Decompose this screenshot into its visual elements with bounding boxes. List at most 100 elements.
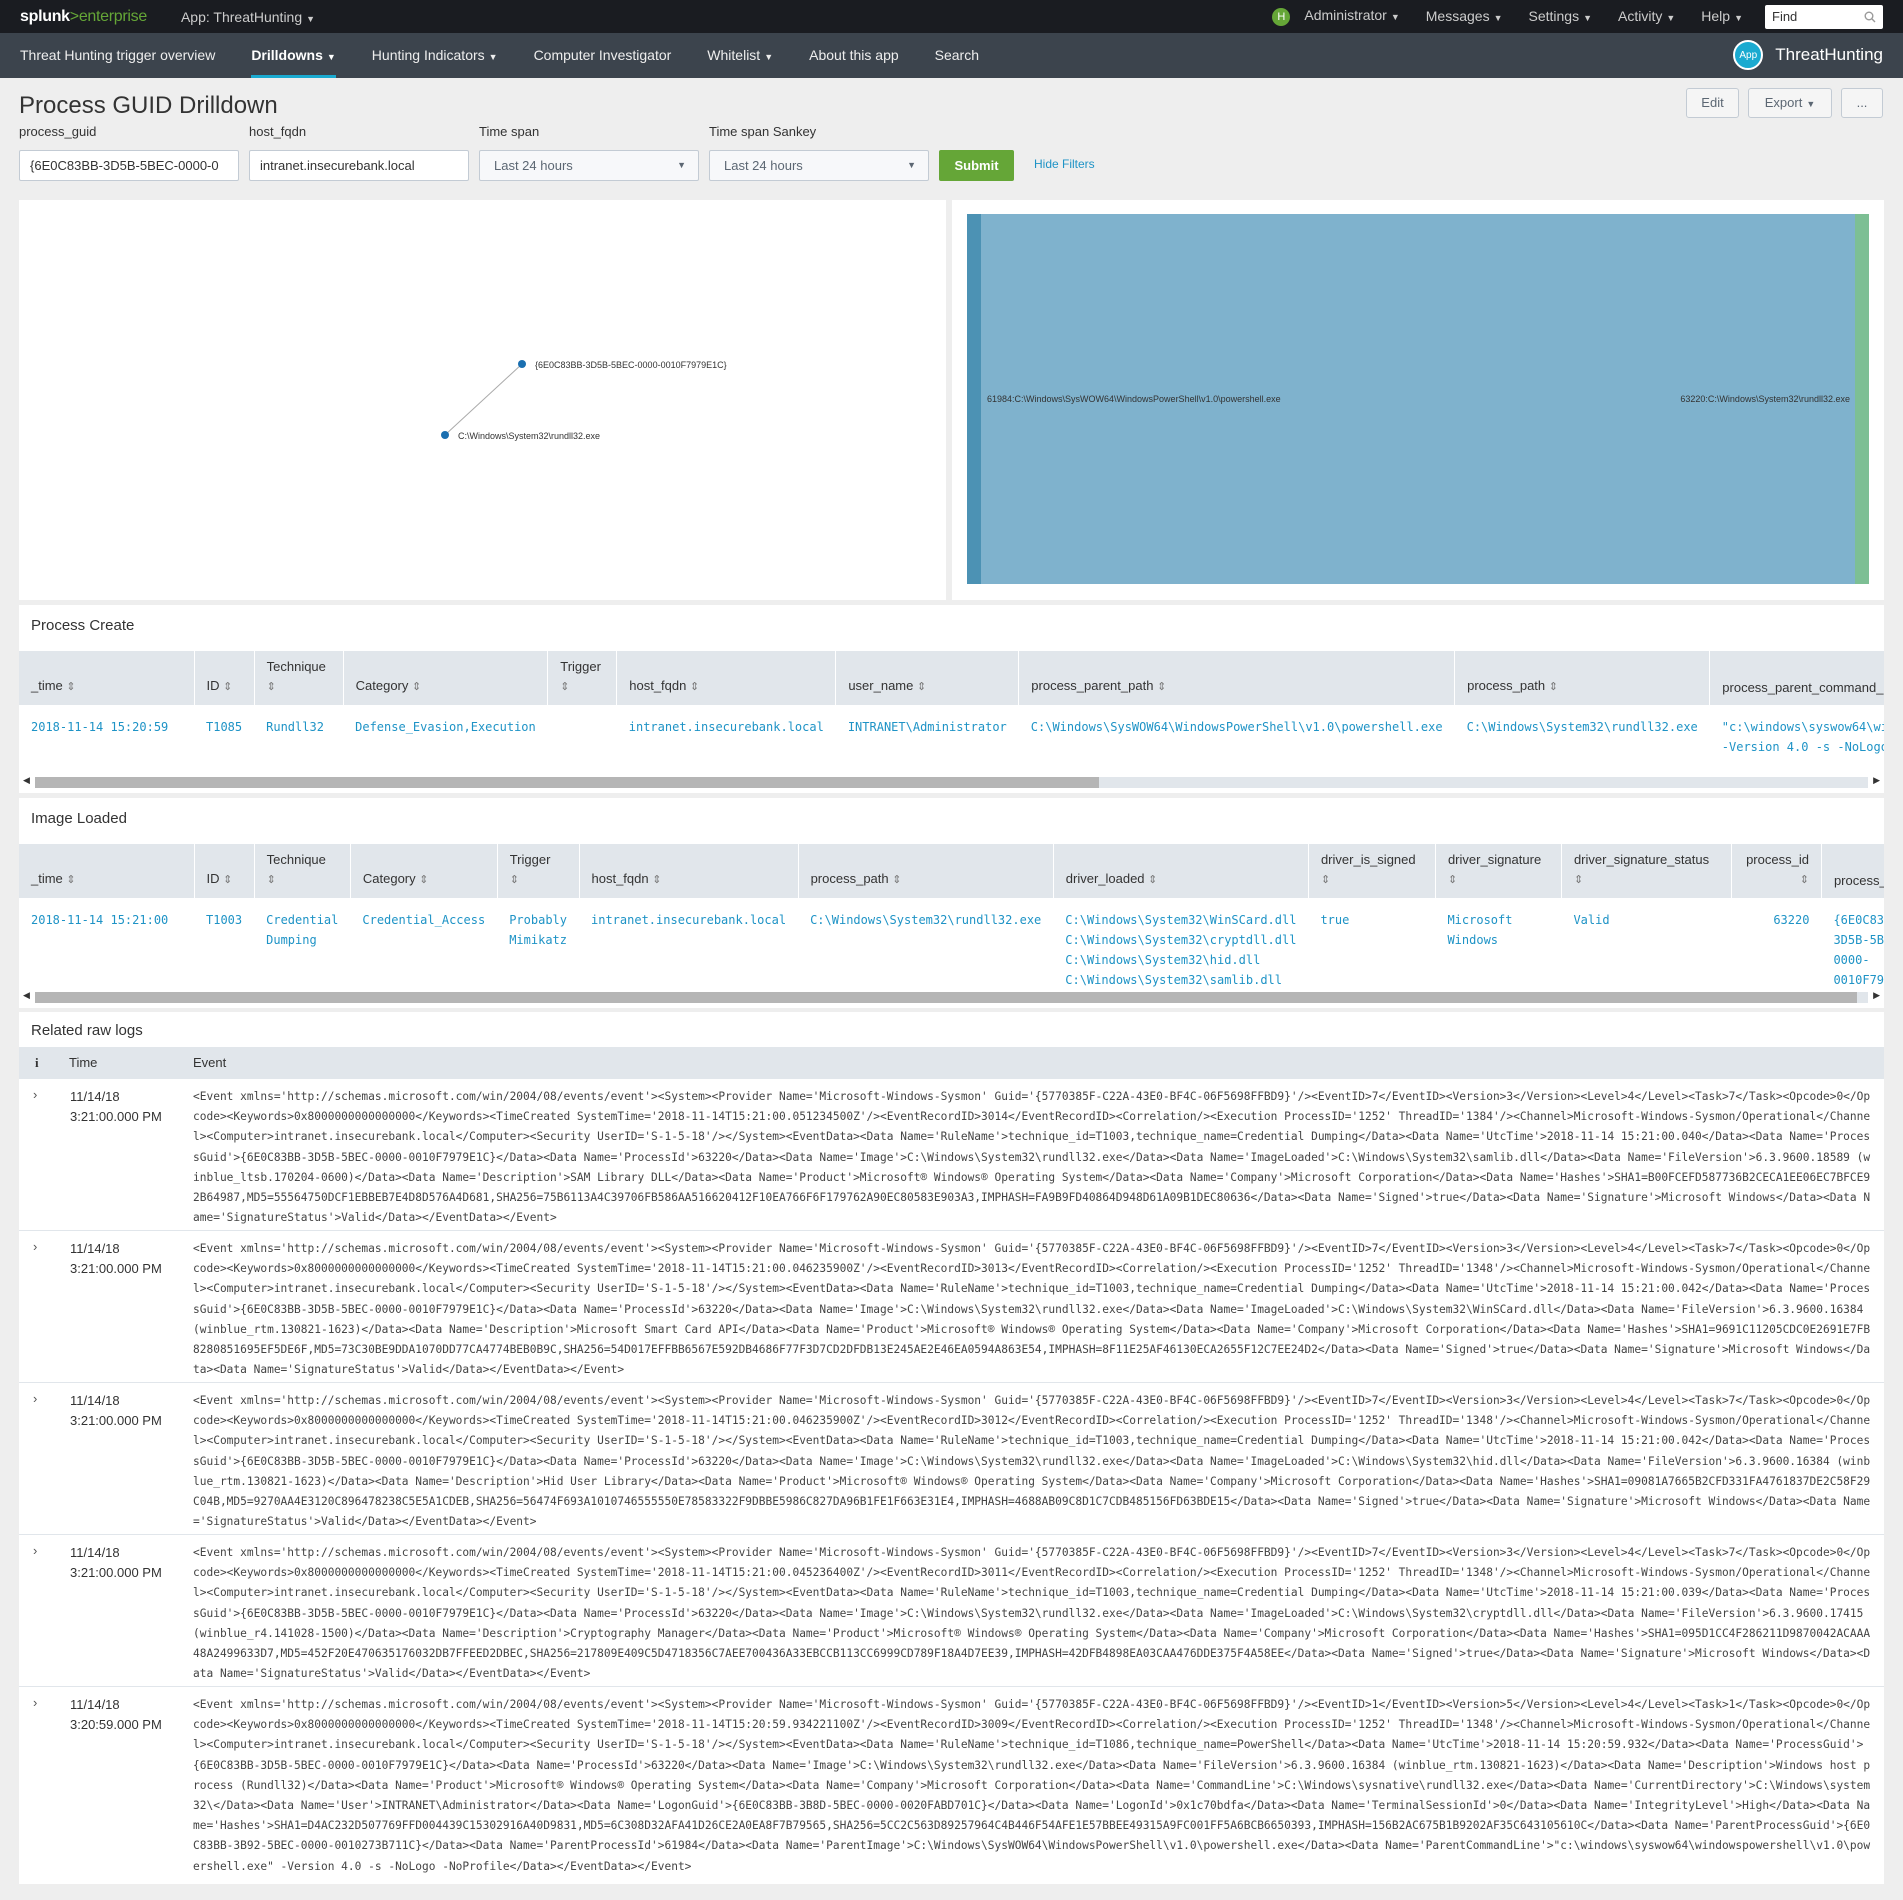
time-column-header[interactable]: Time	[69, 1055, 97, 1070]
cell-parent-cmd[interactable]: "c:\windows\syswow64\windowsp-Version 4.…	[1710, 705, 1884, 757]
event-column-header[interactable]: Event	[193, 1055, 226, 1070]
event-text[interactable]: <Event xmlns='http://schemas.microsoft.c…	[193, 1239, 1875, 1380]
edit-button[interactable]: Edit	[1686, 88, 1739, 118]
cell-sig-status[interactable]: Valid	[1561, 898, 1731, 990]
cell-id[interactable]: T1003	[194, 898, 254, 990]
list-item: › 11/14/18 3:20:59.000 PM <Event xmlns='h…	[19, 1687, 1884, 1884]
col-host-fqdn[interactable]: host_fqdn ⇕	[616, 651, 837, 705]
sankey-source-node[interactable]	[967, 214, 981, 584]
user-menu[interactable]: H Administrator ▼	[1272, 7, 1400, 26]
col-host-fqdn[interactable]: host_fqdn ⇕	[579, 844, 799, 898]
col-driver-loaded[interactable]: driver_loaded ⇕	[1053, 844, 1309, 898]
scrollbar-thumb[interactable]	[35, 992, 1857, 1003]
splunk-logo[interactable]: splunk>enterprise	[20, 8, 147, 26]
cell-time[interactable]: 2018-11-14 15:20:59	[19, 705, 194, 757]
col-trigger[interactable]: Trigger ⇕	[547, 651, 618, 705]
messages-menu[interactable]: Messages ▼	[1426, 8, 1503, 24]
cell-id[interactable]: T1085	[194, 705, 254, 757]
cell-host[interactable]: intranet.insecurebank.local	[617, 705, 836, 757]
event-text[interactable]: <Event xmlns='http://schemas.microsoft.c…	[193, 1087, 1875, 1228]
raw-logs-title: Related raw logs	[31, 1022, 143, 1039]
cell-path[interactable]: C:\Windows\System32\rundll32.exe	[798, 898, 1053, 990]
nav-whitelist[interactable]: Whitelist ▼	[707, 33, 773, 78]
timespan-select[interactable]: Last 24 hours ▼	[479, 150, 699, 181]
nav-search[interactable]: Search	[935, 33, 979, 78]
nav-hunting-indicators[interactable]: Hunting Indicators ▼	[372, 33, 498, 78]
cell-signature[interactable]: Microsoft Windows	[1435, 898, 1561, 990]
col-id[interactable]: ID ⇕	[194, 844, 255, 898]
cell-time[interactable]: 2018-11-14 15:21:00	[19, 898, 194, 990]
expand-chevron-icon[interactable]: ›	[33, 1391, 37, 1406]
col-process-id[interactable]: process_id ⇕	[1731, 844, 1822, 898]
expand-chevron-icon[interactable]: ›	[33, 1087, 37, 1102]
graph-node-guid[interactable]	[518, 360, 526, 368]
col-driver-signature-status[interactable]: driver_signature_status ⇕	[1561, 844, 1732, 898]
col-category[interactable]: Category ⇕	[343, 651, 549, 705]
help-menu[interactable]: Help ▼	[1701, 8, 1743, 24]
process-create-scrollbar[interactable]: ◀ ▶	[19, 775, 1884, 789]
export-button[interactable]: Export ▼	[1748, 88, 1832, 118]
event-text[interactable]: <Event xmlns='http://schemas.microsoft.c…	[193, 1391, 1875, 1532]
col-process-parent-command-line[interactable]: process_parent_command_line	[1709, 651, 1884, 705]
cell-category[interactable]: Credential_Access	[350, 898, 497, 990]
sankey-diagram: 61984:C:\Windows\SysWOW64\WindowsPowerSh…	[967, 214, 1869, 584]
cell-parent-path[interactable]: C:\Windows\SysWOW64\WindowsPowerShell\v1…	[1019, 705, 1455, 757]
more-actions-button[interactable]: ...	[1841, 88, 1883, 118]
event-time: 11/14/18 3:21:00.000 PM	[70, 1393, 162, 1428]
cell-trigger[interactable]	[548, 705, 617, 757]
host-fqdn-input[interactable]: intranet.insecurebank.local	[249, 150, 469, 181]
cell-pid[interactable]: 63220	[1731, 898, 1821, 990]
nav-about[interactable]: About this app	[809, 33, 899, 78]
col-process-parent-path[interactable]: process_parent_path ⇕	[1018, 651, 1456, 705]
nav-computer-investigator[interactable]: Computer Investigator	[534, 33, 672, 78]
graph-edge	[444, 363, 523, 436]
nav-drilldowns[interactable]: Drilldowns ▼	[251, 33, 337, 78]
col-trigger[interactable]: Trigger ⇕	[497, 844, 580, 898]
process-graph: {6E0C83BB-3D5B-5BEC-0000-0010F7979E1C} C…	[441, 360, 727, 441]
event-text[interactable]: <Event xmlns='http://schemas.microsoft.c…	[193, 1543, 1875, 1684]
col-time[interactable]: _time ⇕	[19, 651, 195, 705]
cell-signed[interactable]: true	[1308, 898, 1435, 990]
process-graph-panel: {6E0C83BB-3D5B-5BEC-0000-0010F7979E1C} C…	[19, 200, 946, 600]
timespan-sankey-select[interactable]: Last 24 hours ▼	[709, 150, 929, 181]
cell-host[interactable]: intranet.insecurebank.local	[579, 898, 798, 990]
cell-user[interactable]: INTRANET\Administrator	[836, 705, 1019, 757]
col-category[interactable]: Category ⇕	[350, 844, 498, 898]
settings-menu[interactable]: Settings ▼	[1529, 8, 1593, 24]
process-guid-input[interactable]: {6E0C83BB-3D5B-5BEC-0000-0	[19, 150, 239, 181]
col-process-path[interactable]: process_path ⇕	[798, 844, 1054, 898]
app-menu[interactable]: App: ThreatHunting ▼	[181, 9, 315, 25]
image-loaded-scrollbar[interactable]: ◀ ▶	[19, 990, 1884, 1004]
expand-chevron-icon[interactable]: ›	[33, 1695, 37, 1710]
col-process-path[interactable]: process_path ⇕	[1454, 651, 1711, 705]
submit-button[interactable]: Submit	[939, 150, 1014, 181]
cell-trigger[interactable]: Probably Mimikatz	[497, 898, 579, 990]
col-driver-signature[interactable]: driver_signature ⇕	[1435, 844, 1562, 898]
nav-trigger-overview[interactable]: Threat Hunting trigger overview	[20, 33, 215, 78]
col-user-name[interactable]: user_name ⇕	[835, 651, 1020, 705]
chevron-down-icon: ▼	[488, 52, 498, 62]
graph-node-process[interactable]	[441, 431, 449, 439]
col-driver-is-signed[interactable]: driver_is_signed ⇕	[1308, 844, 1436, 898]
expand-chevron-icon[interactable]: ›	[33, 1239, 37, 1254]
sort-icon: ⇕	[652, 874, 662, 886]
sort-icon: ⇕	[1320, 874, 1331, 886]
cell-category[interactable]: Defense_Evasion,Execution	[343, 705, 548, 757]
col-process-guid[interactable]: process_gui	[1821, 844, 1884, 898]
cell-guid[interactable]: {6E0C83BB-3D5B-5BEC-0000-0010F7979E1	[1821, 898, 1884, 990]
cell-technique[interactable]: Rundll32	[254, 705, 343, 757]
activity-menu[interactable]: Activity ▼	[1618, 8, 1675, 24]
cell-driver-loaded[interactable]: C:\Windows\System32\WinSCard.dll C:\Windo…	[1053, 898, 1308, 990]
event-text[interactable]: <Event xmlns='http://schemas.microsoft.c…	[193, 1695, 1875, 1877]
cell-technique[interactable]: Credential Dumping	[254, 898, 350, 990]
col-technique[interactable]: Technique ⇕	[254, 651, 344, 705]
col-technique[interactable]: Technique ⇕	[254, 844, 351, 898]
expand-chevron-icon[interactable]: ›	[33, 1543, 37, 1558]
col-time[interactable]: _time ⇕	[19, 844, 195, 898]
find-input[interactable]: Find	[1765, 4, 1883, 29]
col-id[interactable]: ID ⇕	[194, 651, 255, 705]
sankey-target-node[interactable]	[1855, 214, 1869, 584]
scrollbar-thumb[interactable]	[35, 777, 1099, 788]
cell-path[interactable]: C:\Windows\System32\rundll32.exe	[1455, 705, 1710, 757]
hide-filters-link[interactable]: Hide Filters	[1034, 157, 1095, 171]
